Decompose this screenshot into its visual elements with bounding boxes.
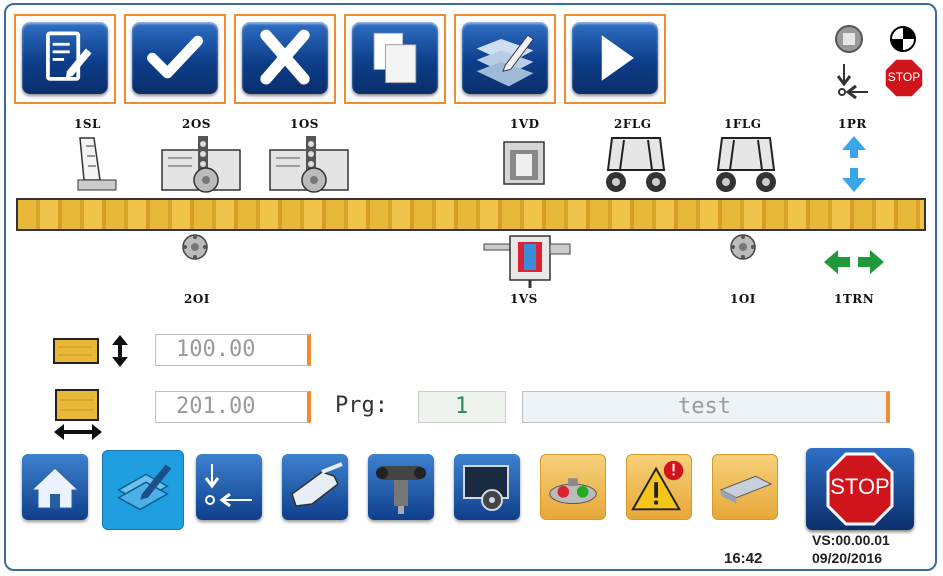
software-version: VS:00.00.01 bbox=[812, 532, 890, 548]
station-label-1vd: 1VD bbox=[510, 117, 540, 131]
nav-manual-button[interactable] bbox=[282, 454, 348, 520]
station-label-2oi: 2OI bbox=[184, 292, 210, 306]
station-label-1trn: 1TRN bbox=[834, 292, 875, 306]
height-dimension-icon bbox=[53, 335, 128, 367]
milling-station-1os-icon[interactable] bbox=[266, 134, 352, 196]
run-button[interactable] bbox=[564, 14, 666, 104]
nav-program-edit-button[interactable] bbox=[102, 450, 184, 530]
draw-button[interactable] bbox=[454, 14, 556, 104]
milling-head-1oi-icon[interactable] bbox=[728, 232, 758, 262]
x-icon bbox=[260, 29, 310, 85]
program-label: Prg: bbox=[335, 393, 388, 418]
nav-tools-button[interactable] bbox=[368, 454, 434, 520]
program-number-field[interactable]: 1 bbox=[418, 391, 506, 423]
station-label-1sl: 1SL bbox=[74, 117, 101, 131]
tool-spindle-icon bbox=[376, 466, 426, 514]
reset-icon[interactable] bbox=[834, 24, 864, 54]
copy-icon bbox=[373, 32, 417, 84]
vertical-drill-icon[interactable] bbox=[502, 140, 546, 186]
stop-button-label: STOP bbox=[830, 474, 890, 499]
station-label-2flg: 2FLG bbox=[614, 117, 652, 131]
checkmark-icon bbox=[147, 35, 203, 79]
reference-icon[interactable] bbox=[888, 24, 918, 54]
station-label-1pr: 1PR bbox=[838, 117, 867, 131]
transfer-leftright-arrow-icon[interactable] bbox=[822, 248, 886, 276]
clock-time: 16:42 bbox=[724, 550, 763, 567]
home-icon bbox=[30, 467, 80, 509]
stop-sign-icon[interactable]: STOP bbox=[884, 58, 924, 98]
edit-button[interactable] bbox=[14, 14, 116, 104]
home-axes-icon[interactable] bbox=[834, 62, 870, 100]
machine-bench-icon bbox=[719, 475, 773, 504]
milling-station-2os-icon[interactable] bbox=[158, 134, 244, 196]
stop-sign-label: STOP bbox=[887, 70, 921, 84]
monitor-gear-icon bbox=[463, 465, 509, 511]
nav-reference-button[interactable] bbox=[196, 454, 262, 520]
emergency-stop-button[interactable]: STOP bbox=[806, 448, 914, 530]
vertical-saw-1vs-icon[interactable] bbox=[482, 234, 574, 290]
station-label-1flg: 1FLG bbox=[724, 117, 762, 131]
saw-station-icon[interactable] bbox=[72, 134, 120, 194]
height-input[interactable]: 100.00 bbox=[155, 334, 311, 366]
edit-document-icon bbox=[46, 31, 92, 81]
nav-alarms-button[interactable] bbox=[626, 454, 692, 520]
draw-map-icon bbox=[476, 34, 535, 87]
hand-pointer-icon bbox=[291, 462, 343, 507]
workpiece-beam bbox=[16, 198, 926, 231]
warning-alarm-icon bbox=[631, 460, 684, 511]
flange-station-2flg-icon[interactable] bbox=[602, 134, 670, 196]
program-name-field[interactable]: test bbox=[522, 391, 890, 423]
current-date: 09/20/2016 bbox=[812, 550, 883, 566]
edit-board-icon bbox=[117, 464, 172, 511]
station-label-1oi: 1OI bbox=[730, 292, 756, 306]
nav-machine-button[interactable] bbox=[712, 454, 778, 520]
cancel-button[interactable] bbox=[234, 14, 336, 104]
milling-head-2oi-icon[interactable] bbox=[180, 232, 210, 262]
nav-monitor-button[interactable] bbox=[454, 454, 520, 520]
play-icon bbox=[601, 35, 634, 81]
station-label-1os: 1OS bbox=[290, 117, 319, 131]
width-input[interactable]: 201.00 bbox=[155, 391, 311, 423]
nav-home-button[interactable] bbox=[22, 454, 88, 520]
io-controls-icon bbox=[549, 478, 597, 504]
station-label-1vs: 1VS bbox=[510, 292, 538, 306]
nav-io-button[interactable] bbox=[540, 454, 606, 520]
width-dimension-icon bbox=[54, 389, 102, 440]
confirm-button[interactable] bbox=[124, 14, 226, 104]
station-label-2os: 2OS bbox=[182, 117, 211, 131]
press-updown-arrow-icon[interactable] bbox=[840, 134, 868, 194]
axis-reference-icon bbox=[204, 464, 252, 508]
flange-station-1flg-icon[interactable] bbox=[712, 134, 780, 196]
copy-button[interactable] bbox=[344, 14, 446, 104]
